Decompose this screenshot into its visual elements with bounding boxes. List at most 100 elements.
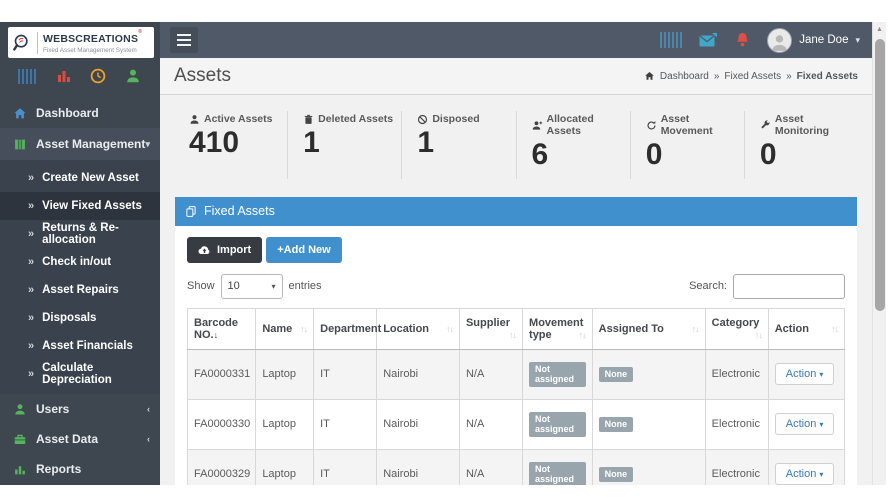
sort-desc-icon: ↓ bbox=[213, 329, 219, 340]
bar-chart-icon[interactable] bbox=[55, 68, 73, 84]
user-name: Jane Doe bbox=[799, 34, 849, 46]
sidebar-subitem-calculate-depreciation[interactable]: » Calculate Depreciation bbox=[0, 360, 160, 388]
cloud-upload-icon bbox=[198, 246, 210, 254]
user-icon bbox=[190, 114, 199, 124]
table-row: FA0000331 Laptop IT Nairobi N/A Not assi… bbox=[186, 348, 846, 400]
copy-icon bbox=[186, 205, 196, 217]
menu-toggle-button[interactable] bbox=[170, 27, 198, 53]
col-header-supplier[interactable]: Supplier ↑↓ bbox=[458, 307, 524, 350]
chevron-left-icon: ‹ bbox=[147, 404, 150, 414]
sort-icon: ↑↓ bbox=[831, 323, 839, 334]
search-label: Search: bbox=[689, 280, 727, 292]
cell-category: Electronic bbox=[704, 348, 769, 400]
sort-icon: ↑↓ bbox=[578, 329, 587, 340]
action-button[interactable]: Action ▾ bbox=[774, 463, 835, 485]
action-button[interactable]: Action ▾ bbox=[774, 363, 835, 385]
briefcase-icon bbox=[14, 434, 26, 444]
sort-icon: ↑↓ bbox=[509, 330, 517, 340]
sidebar-item-label: Users bbox=[36, 402, 70, 416]
sidebar-item-label: Asset Data bbox=[36, 432, 99, 446]
assigned-badge: None bbox=[598, 366, 634, 382]
sidebar-quick-icons bbox=[0, 64, 160, 88]
breadcrumb-separator: » bbox=[713, 70, 720, 82]
user-menu[interactable]: Jane Doe ▾ bbox=[767, 27, 860, 53]
col-header-department[interactable]: Department bbox=[313, 307, 381, 350]
double-arrow-icon: » bbox=[28, 312, 35, 324]
col-header-name[interactable]: Name ↑↓ bbox=[255, 307, 315, 350]
main-content: Active Assets 410 Deleted Assets 1 Dispo… bbox=[160, 95, 872, 485]
user-icon bbox=[772, 34, 787, 51]
col-header-movement-type[interactable]: Movement type ↑↓ bbox=[522, 307, 593, 350]
sort-icon: ↑↓ bbox=[754, 330, 763, 340]
vertical-scrollbar[interactable]: ▲ bbox=[872, 22, 886, 485]
col-header-category[interactable]: Category ↑↓ bbox=[704, 307, 769, 350]
breadcrumb-item[interactable]: Fixed Assets bbox=[724, 71, 781, 82]
movement-badge: Not assigned bbox=[529, 461, 586, 485]
page-header: Assets Dashboard » Fixed Assets » Fixed … bbox=[160, 58, 872, 95]
sidebar-subitem-disposals[interactable]: » Disposals bbox=[0, 304, 160, 332]
grid-icon bbox=[15, 139, 25, 149]
sidebar-subitem-returns-reallocation[interactable]: » Returns & Re-allocation bbox=[0, 220, 160, 248]
page-size-select[interactable]: 10 ▾ bbox=[220, 273, 283, 299]
col-header-barcode[interactable]: Barcode NO.↓ bbox=[186, 307, 257, 350]
sidebar-item-label: Reports bbox=[36, 462, 82, 476]
trash-icon bbox=[304, 114, 313, 124]
clock-icon[interactable] bbox=[89, 68, 107, 84]
cell-name: Laptop bbox=[255, 398, 315, 450]
cell-barcode: FA0000330 bbox=[186, 398, 257, 450]
col-header-assigned-to[interactable]: Assigned To ↑↓ bbox=[591, 307, 706, 350]
user-icon[interactable] bbox=[124, 68, 142, 84]
sidebar-subitem-check-in-out[interactable]: » Check in/out bbox=[0, 248, 160, 276]
sidebar-subitem-asset-financials[interactable]: » Asset Financials bbox=[0, 332, 160, 360]
col-header-action[interactable]: Action ↑↓ bbox=[767, 307, 846, 350]
bell-icon[interactable] bbox=[735, 32, 750, 48]
cell-supplier: N/A bbox=[458, 348, 524, 400]
col-header-location[interactable]: Location ↑↓ bbox=[376, 307, 460, 350]
cell-department: IT bbox=[313, 348, 378, 400]
sidebar-item-partial[interactable] bbox=[0, 484, 160, 485]
brand-logo[interactable]: WEBSCREATIONS® Fixed Asset Management Sy… bbox=[8, 27, 154, 58]
table-row: FA0000330 Laptop IT Nairobi N/A Not assi… bbox=[186, 398, 846, 450]
action-button[interactable]: Action ▾ bbox=[774, 413, 835, 435]
fixed-assets-panel: Fixed Assets Import +Add New Show 10 ▾ e… bbox=[175, 196, 857, 485]
search-input[interactable] bbox=[733, 273, 845, 299]
caret-down-icon: ▾ bbox=[819, 470, 824, 479]
entries-label: entries bbox=[288, 280, 322, 292]
sidebar-item-reports[interactable]: Reports bbox=[0, 454, 160, 484]
barcode-icon[interactable] bbox=[18, 68, 39, 84]
add-new-button[interactable]: +Add New bbox=[266, 236, 342, 263]
sidebar: WEBSCREATIONS® Fixed Asset Management Sy… bbox=[0, 22, 160, 485]
mail-icon[interactable] bbox=[699, 32, 718, 48]
sort-icon: ↑↓ bbox=[445, 323, 454, 334]
barcode-icon[interactable] bbox=[660, 32, 683, 48]
panel-title: Fixed Assets bbox=[204, 204, 275, 218]
bar-chart-icon bbox=[15, 465, 25, 474]
sidebar-item-asset-data[interactable]: Asset Data ‹ bbox=[0, 424, 160, 454]
table-controls: Show 10 ▾ entries Search: bbox=[187, 273, 845, 299]
import-button[interactable]: Import bbox=[187, 236, 263, 263]
sidebar-subitem-view-fixed-assets[interactable]: » View Fixed Assets bbox=[0, 192, 160, 220]
stat-value: 1 bbox=[417, 126, 435, 159]
cell-category: Electronic bbox=[704, 448, 769, 485]
sidebar-item-dashboard[interactable]: Dashboard bbox=[0, 98, 160, 128]
cell-barcode: FA0000331 bbox=[186, 348, 257, 400]
breadcrumb: Dashboard » Fixed Assets » Fixed Assets bbox=[644, 71, 858, 82]
asset-management-submenu: » Create New Asset » View Fixed Assets » Re… bbox=[0, 160, 160, 394]
movement-badge: Not assigned bbox=[529, 411, 586, 437]
scroll-up-arrow-icon[interactable]: ▲ bbox=[873, 22, 886, 36]
stat-value: 1 bbox=[303, 126, 320, 159]
sidebar-subitem-asset-repairs[interactable]: » Asset Repairs bbox=[0, 276, 160, 304]
registered-mark: ® bbox=[138, 29, 143, 36]
sidebar-subitem-create-new-asset[interactable]: » Create New Asset bbox=[0, 164, 160, 192]
topbar: Jane Doe ▾ bbox=[160, 22, 872, 58]
cell-location: Nairobi bbox=[376, 398, 460, 450]
scrollbar-thumb[interactable] bbox=[875, 39, 885, 311]
cell-supplier: N/A bbox=[458, 448, 524, 485]
sidebar-item-users[interactable]: Users ‹ bbox=[0, 394, 160, 424]
brand-tagline: Fixed Asset Management System bbox=[43, 47, 137, 55]
sidebar-item-asset-management[interactable]: Asset Management ▾ bbox=[0, 128, 160, 160]
stat-asset-movement: Asset Movement 0 bbox=[629, 111, 744, 179]
stat-value: 6 bbox=[531, 138, 549, 171]
user-icon bbox=[15, 403, 25, 415]
breadcrumb-item[interactable]: Dashboard bbox=[660, 71, 709, 82]
